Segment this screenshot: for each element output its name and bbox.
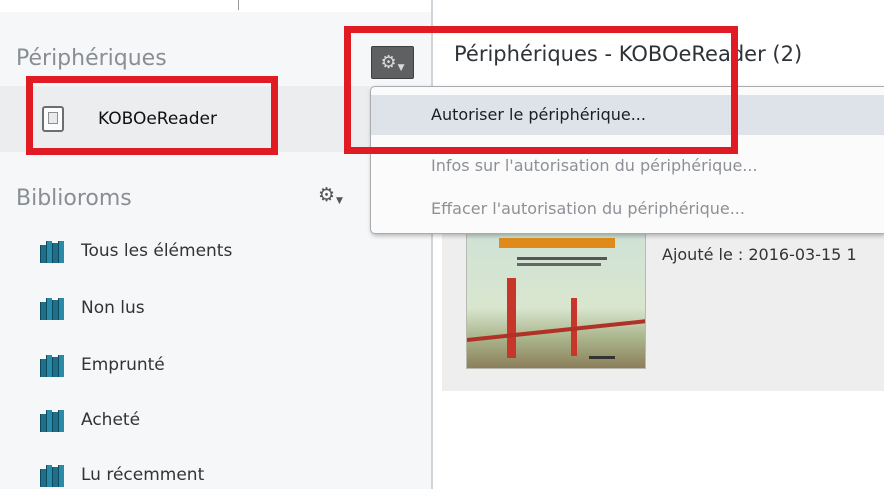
sidebar-item-label: Emprunté: [81, 355, 165, 375]
sidebar-item-label: Acheté: [81, 410, 141, 430]
books-icon: [40, 465, 65, 487]
sidebar-top-strip: [0, 0, 431, 12]
highlight-box-authorize: [344, 26, 738, 154]
devices-heading: Périphériques: [16, 46, 167, 71]
books-icon: [40, 410, 65, 432]
sidebar-item-label: Non lus: [81, 298, 145, 318]
books-icon: [40, 355, 65, 377]
books-icon: [40, 298, 65, 320]
sidebar-item-label: Tous les éléments: [81, 241, 233, 261]
libraries-heading: Biblioroms: [16, 186, 132, 211]
books-icon: [40, 241, 65, 263]
menu-item-remove-authorization: Effacer l'autorisation du périphérique..…: [431, 199, 745, 218]
book-cover-image[interactable]: [466, 233, 646, 369]
highlight-box-device: [26, 76, 278, 155]
book-added-date: Ajouté le : 2016-03-15 1: [662, 245, 857, 264]
gear-icon[interactable]: ⚙▼: [318, 186, 343, 206]
splitter-tick: [238, 0, 239, 10]
sidebar-item-label: Lu récemment: [81, 465, 205, 485]
